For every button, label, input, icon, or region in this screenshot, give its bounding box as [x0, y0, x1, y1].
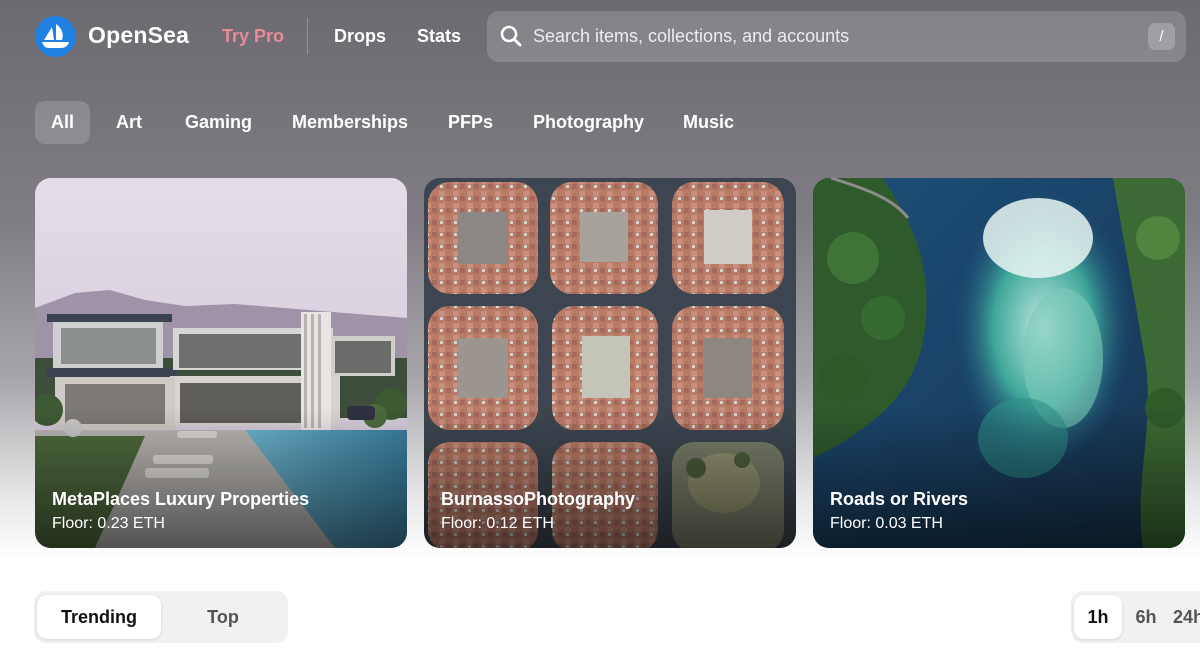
category-tab-photography[interactable]: Photography [533, 101, 644, 144]
featured-collection-card[interactable]: BurnassoPhotography Floor: 0.12 ETH [424, 178, 796, 548]
collection-floor-price: Floor: 0.12 ETH [441, 515, 554, 532]
nav-stats-link[interactable]: Stats [417, 26, 461, 47]
nav-drops-link[interactable]: Drops [334, 26, 386, 47]
opensea-logo-icon[interactable] [35, 16, 76, 57]
collection-floor-price: Floor: 0.03 ETH [830, 515, 943, 532]
try-pro-link[interactable]: Try Pro [222, 26, 284, 47]
category-tab-memberships[interactable]: Memberships [292, 101, 408, 144]
time-range-6h[interactable]: 6h [1126, 595, 1166, 639]
nav-divider [307, 18, 308, 54]
collection-title: BurnassoPhotography [441, 489, 636, 509]
ranking-toggle: Trending Top [34, 591, 288, 643]
category-tab-music[interactable]: Music [683, 101, 734, 144]
category-tab-all[interactable]: All [35, 101, 91, 144]
category-tab-pfps[interactable]: PFPs [448, 101, 493, 144]
collection-title: MetaPlaces Luxury Properties [52, 489, 310, 509]
search-icon [500, 25, 522, 47]
search-shortcut-key: / [1148, 23, 1175, 50]
time-range-24h[interactable]: 24h [1173, 595, 1200, 639]
collection-floor-price: Floor: 0.23 ETH [52, 515, 165, 532]
brand-name[interactable]: OpenSea [88, 22, 189, 49]
category-tab-gaming[interactable]: Gaming [185, 101, 252, 144]
top-tab[interactable]: Top [161, 595, 285, 639]
top-nav: OpenSea Try Pro Drops Stats / [0, 0, 1200, 72]
search-bar[interactable]: / [487, 11, 1186, 62]
featured-collection-card[interactable]: Roads or Rivers Floor: 0.03 ETH [813, 178, 1185, 548]
collection-title: Roads or Rivers [830, 489, 969, 509]
featured-collection-card[interactable]: MetaPlaces Luxury Properties Floor: 0.23… [35, 178, 407, 548]
trending-tab[interactable]: Trending [37, 595, 161, 639]
time-range-1h[interactable]: 1h [1074, 595, 1122, 639]
category-tab-art[interactable]: Art [116, 101, 142, 144]
time-range-toggle: 1h 6h 24h [1071, 591, 1200, 643]
search-input[interactable] [533, 21, 1123, 51]
